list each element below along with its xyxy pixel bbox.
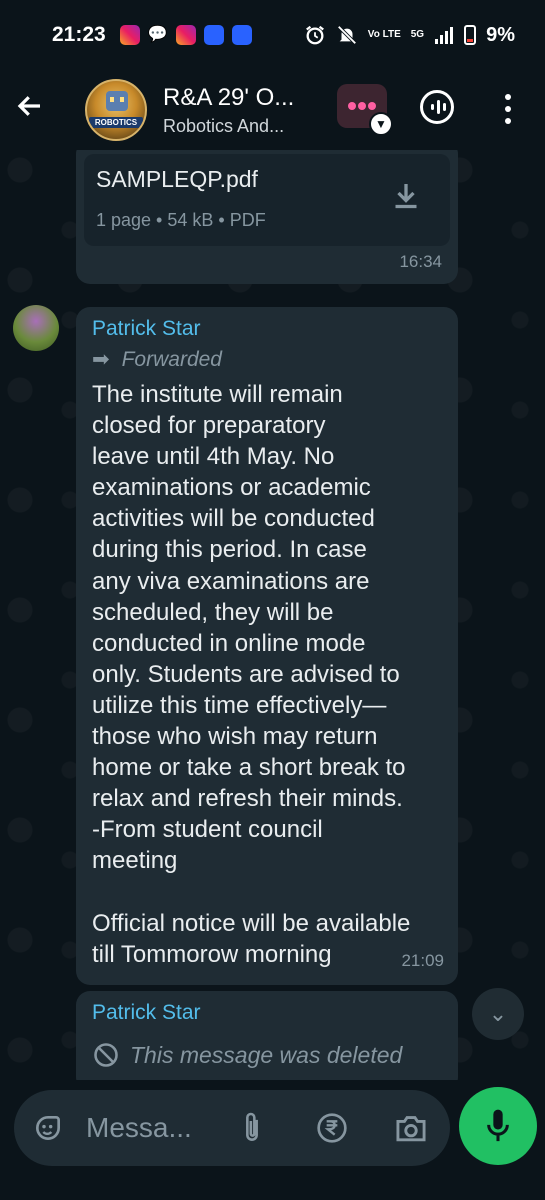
chat-area[interactable]: SAMPLEQP.pdf 1 page • 54 kB • PDF 16:34 …	[0, 150, 545, 1080]
message-composer[interactable]	[14, 1090, 450, 1166]
message-text: The institute will remain closed for pre…	[92, 381, 411, 968]
group-info[interactable]: R&A 29' O... Robotics And...	[163, 84, 323, 137]
notification-icons: 💬	[119, 25, 252, 45]
alarm-icon	[305, 25, 324, 45]
more-options-button[interactable]	[500, 94, 516, 124]
sender-avatar[interactable]	[13, 305, 59, 351]
chevron-down-icon: ▼	[369, 112, 393, 136]
arrow-left-icon	[17, 96, 40, 116]
document-name: SAMPLEQP.pdf	[96, 166, 258, 192]
download-icon[interactable]	[388, 178, 424, 214]
back-button[interactable]	[15, 90, 65, 130]
battery-icon	[464, 25, 477, 45]
document-meta: 1 page • 54 kB • PDF	[96, 210, 266, 230]
forwarded-label: ➡ Forwarded	[92, 347, 222, 372]
instagram-icon	[119, 25, 140, 45]
volte-label: Vo LTE	[367, 29, 401, 40]
community-icon-dot	[358, 102, 366, 110]
robot-eyes	[110, 97, 124, 102]
sender-name[interactable]: Patrick Star	[92, 1001, 201, 1025]
forward-arrow-icon: ➡	[92, 348, 110, 371]
avatar-badge: ROBOTICS	[89, 117, 143, 128]
message-input[interactable]	[86, 1108, 216, 1148]
community-icon-dot	[368, 102, 376, 110]
document-message[interactable]: SAMPLEQP.pdf 1 page • 54 kB • PDF 16:34	[76, 150, 458, 284]
microphone-icon	[487, 1109, 509, 1142]
voice-message-button[interactable]	[459, 1087, 537, 1165]
network-type-label: 5G	[410, 29, 425, 40]
scroll-to-bottom-button[interactable]: ⌄	[472, 988, 524, 1040]
system-status: Vo LTE 5G 9%	[304, 24, 515, 47]
mute-icon	[337, 25, 357, 45]
instagram-icon	[175, 25, 196, 45]
status-time: 21:23	[52, 23, 106, 46]
deleted-message[interactable]: Patrick Star This message was deleted	[76, 991, 458, 1080]
status-bar: 21:23 💬 Vo LTE 5G 9%	[0, 0, 545, 70]
signal-icon	[435, 27, 454, 44]
community-button[interactable]: ▼	[337, 84, 393, 136]
forwarded-text: Forwarded	[121, 348, 222, 371]
community-icon	[348, 102, 356, 110]
sticker-icon[interactable]	[32, 1112, 64, 1144]
deleted-text: This message was deleted	[130, 1042, 403, 1068]
chat-header: ROBOTICS R&A 29' O... Robotics And... ▼	[0, 70, 545, 150]
group-name: R&A 29' O...	[163, 83, 295, 111]
sender-name[interactable]: Patrick Star	[92, 317, 201, 341]
compose-bar	[0, 1080, 545, 1200]
message-time: 16:34	[399, 252, 442, 271]
document-card[interactable]: SAMPLEQP.pdf 1 page • 54 kB • PDF	[84, 154, 450, 246]
forwarded-message[interactable]: Patrick Star ➡ Forwarded The institute wi…	[76, 307, 458, 985]
group-subtitle: Robotics And...	[163, 115, 285, 136]
phone-app-icon	[231, 25, 252, 45]
phone-app-icon	[203, 25, 224, 45]
attach-icon[interactable]	[238, 1110, 266, 1146]
audio-wave-icon	[431, 100, 446, 114]
rupee-payment-icon[interactable]	[316, 1112, 348, 1144]
ban-icon	[94, 1043, 118, 1067]
double-chevron-down-icon: ⌄	[488, 1001, 508, 1026]
battery-percent: 9%	[486, 23, 515, 46]
chat-icon: 💬	[147, 26, 168, 43]
camera-icon[interactable]	[394, 1112, 428, 1144]
message-time: 21:09	[401, 951, 444, 970]
deleted-label: This message was deleted	[92, 1041, 402, 1069]
group-avatar[interactable]: ROBOTICS	[85, 79, 147, 141]
voice-chat-button[interactable]	[420, 90, 454, 124]
